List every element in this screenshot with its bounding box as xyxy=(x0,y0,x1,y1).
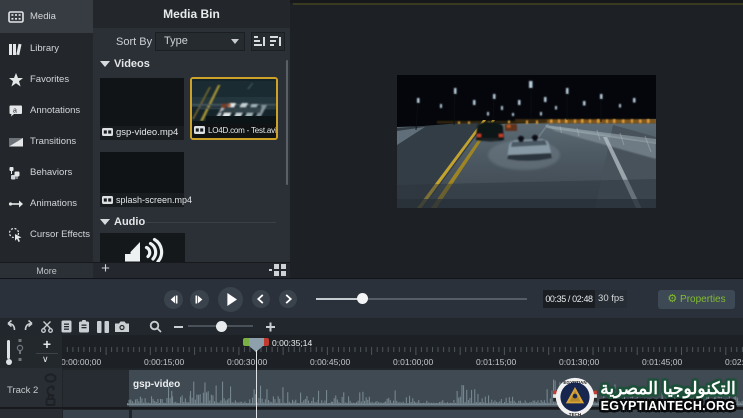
svg-text:0:01:45;00: 0:01:45;00 xyxy=(642,357,682,367)
svg-text:0:00:30;00: 0:00:30;00 xyxy=(227,357,267,367)
svg-text:0:00:45;00: 0:00:45;00 xyxy=(310,357,350,367)
svg-text:0:02:0: 0:02:0 xyxy=(725,357,743,367)
svg-text:0:01:00;00: 0:01:00;00 xyxy=(393,357,433,367)
svg-text:EGYPTIAN: EGYPTIAN xyxy=(563,380,586,385)
svg-text:0:00:00;00: 0:00:00;00 xyxy=(62,357,101,367)
svg-text:TECH: TECH xyxy=(569,412,581,417)
svg-text:0:00:15;00: 0:00:15;00 xyxy=(144,357,184,367)
svg-text:0:01:15;00: 0:01:15;00 xyxy=(476,357,516,367)
svg-text:a: a xyxy=(13,107,17,114)
svg-text:0:01:30;00: 0:01:30;00 xyxy=(559,357,599,367)
